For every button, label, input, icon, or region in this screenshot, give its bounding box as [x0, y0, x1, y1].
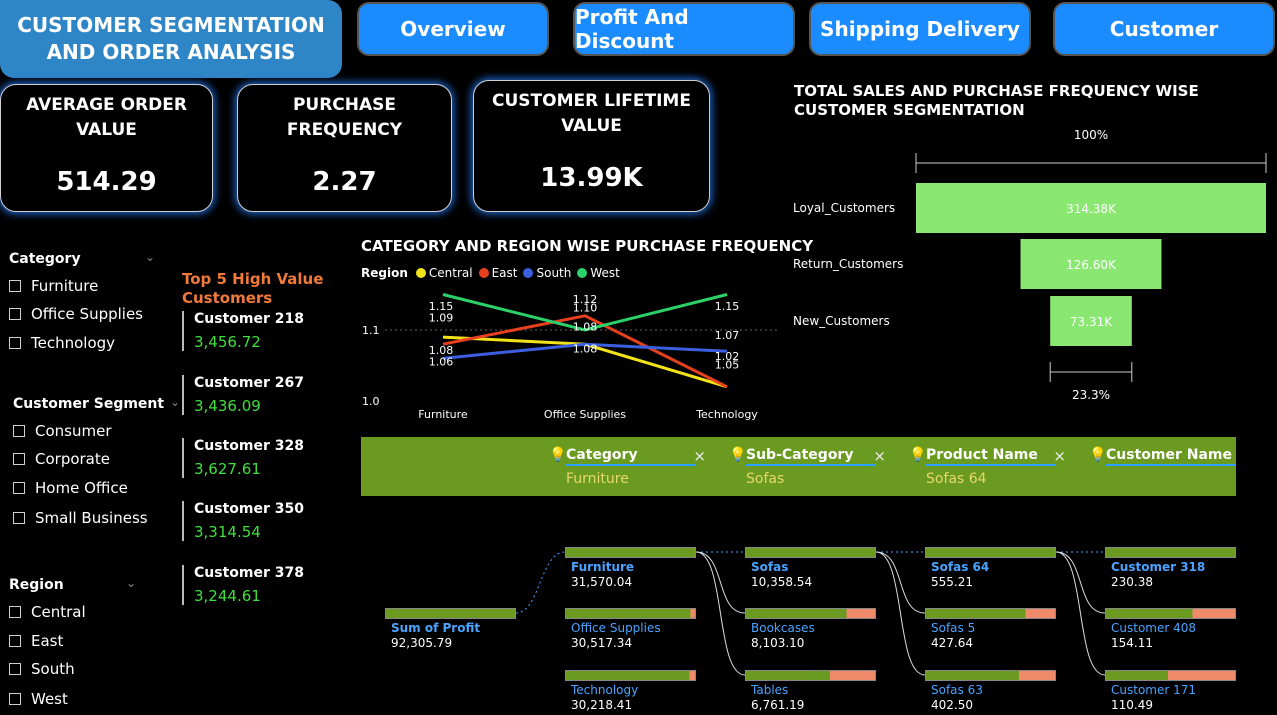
decomp-node-value: 154.11 [1111, 636, 1153, 650]
decomp-tree: Sum of Profit 92,305.79 Furniture 31,570.04… [0, 0, 1277, 715]
decomp-node-value: 402.50 [931, 698, 973, 712]
decomp-node-label[interactable]: Technology [571, 683, 638, 697]
decomp-node-label[interactable]: Customer 408 [1111, 621, 1196, 635]
decomp-node-value: 30,218.41 [571, 698, 633, 712]
decomp-node-bar[interactable] [1105, 547, 1236, 558]
decomp-node-label[interactable]: Sofas 63 [931, 683, 983, 697]
decomp-root-bar[interactable] [385, 608, 516, 619]
decomp-node-bar[interactable] [925, 608, 1056, 619]
decomp-node-bar[interactable] [745, 547, 876, 558]
decomp-node-bar[interactable] [925, 670, 1056, 681]
decomp-node-label[interactable]: Bookcases [751, 621, 815, 635]
decomp-root-value: 92,305.79 [391, 636, 453, 650]
decomp-node-bar[interactable] [1105, 670, 1236, 681]
decomp-node-label[interactable]: Customer 318 [1111, 560, 1205, 574]
decomp-node-value: 31,570.04 [571, 575, 633, 589]
decomp-node-value: 30,517.34 [571, 636, 633, 650]
decomp-node-bar[interactable] [565, 670, 696, 681]
decomp-node-value: 10,358.54 [751, 575, 813, 589]
decomp-root-label[interactable]: Sum of Profit [391, 621, 480, 635]
decomp-node-value: 427.64 [931, 636, 973, 650]
decomp-node-label[interactable]: Furniture [571, 560, 634, 574]
decomp-node-bar[interactable] [745, 670, 876, 681]
decomp-node-label[interactable]: Office Supplies [571, 621, 661, 635]
decomp-node-label[interactable]: Customer 171 [1111, 683, 1196, 697]
decomp-node-bar[interactable] [925, 547, 1056, 558]
decomp-node-label[interactable]: Sofas [751, 560, 788, 574]
decomp-node-bar[interactable] [1105, 608, 1236, 619]
decomp-node-bar[interactable] [565, 547, 696, 558]
decomp-node-bar[interactable] [745, 608, 876, 619]
decomp-node-bar[interactable] [565, 608, 696, 619]
decomp-node-value: 110.49 [1111, 698, 1153, 712]
decomp-node-label[interactable]: Tables [751, 683, 788, 697]
decomp-node-value: 6,761.19 [751, 698, 805, 712]
decomp-node-label[interactable]: Sofas 5 [931, 621, 975, 635]
decomp-node-label[interactable]: Sofas 64 [931, 560, 989, 574]
decomp-node-value: 230.38 [1111, 575, 1153, 589]
decomp-node-value: 555.21 [931, 575, 973, 589]
decomp-node-value: 8,103.10 [751, 636, 805, 650]
